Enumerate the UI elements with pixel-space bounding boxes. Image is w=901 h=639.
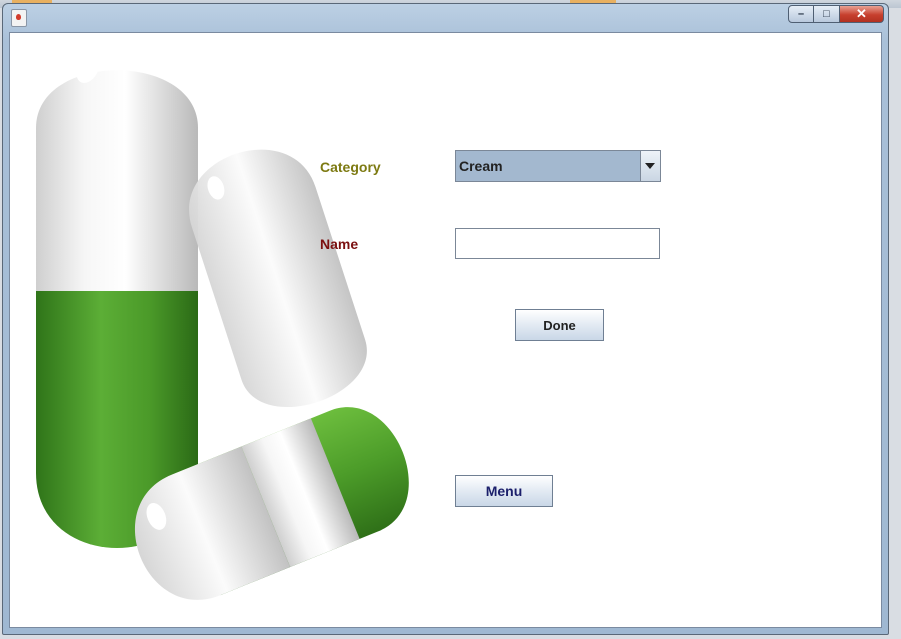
capsule-pills-image <box>36 55 409 600</box>
window-controls: – □ ✕ <box>788 5 884 24</box>
close-button[interactable]: ✕ <box>840 5 884 23</box>
menu-button[interactable]: Menu <box>455 475 553 507</box>
category-selected-value: Cream <box>459 158 503 174</box>
content-panel: Category Cream Name Done Menu <box>9 32 882 628</box>
title-bar[interactable]: – □ ✕ <box>3 4 888 32</box>
category-dropdown[interactable]: Cream <box>455 150 661 182</box>
close-icon: ✕ <box>856 6 867 21</box>
app-window: – □ ✕ Category Cream Name Done Menu <box>2 3 889 635</box>
done-button[interactable]: Done <box>515 309 604 341</box>
category-label: Category <box>320 159 381 175</box>
chevron-down-icon[interactable] <box>640 151 660 181</box>
java-cup-icon <box>11 9 27 27</box>
name-label: Name <box>320 236 359 252</box>
minimize-button[interactable]: – <box>788 5 814 23</box>
minimize-icon: – <box>797 8 805 20</box>
name-field[interactable] <box>455 228 660 259</box>
maximize-icon: □ <box>823 8 830 20</box>
maximize-button[interactable]: □ <box>814 5 840 23</box>
